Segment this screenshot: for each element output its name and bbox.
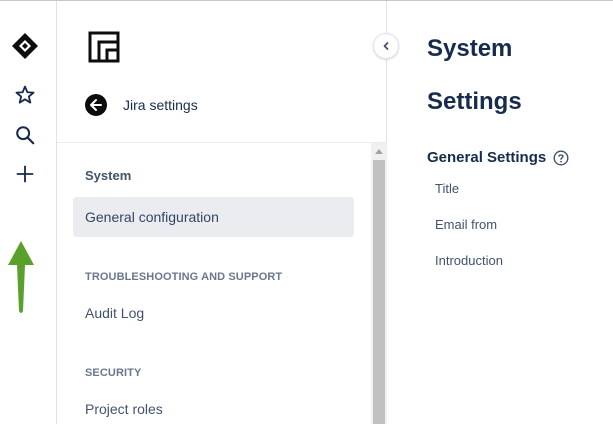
arrow-left-icon — [85, 94, 107, 116]
scroll-up-arrow-icon[interactable] — [371, 143, 387, 159]
section-label-troubleshooting: TROUBLESHOOTING AND SUPPORT — [85, 271, 283, 283]
menu-heading-system: System — [85, 168, 132, 183]
sidebar-item-audit-log[interactable]: Audit Log — [73, 293, 354, 333]
plus-icon[interactable] — [10, 159, 40, 189]
sidebar-item-general-configuration[interactable]: General configuration — [73, 197, 354, 237]
settings-sidebar: Jira settings System General configurati… — [57, 1, 387, 424]
general-settings-header: General Settings — [427, 149, 569, 166]
scrollbar-thumb[interactable] — [373, 160, 385, 424]
main-content: System Settings General Settings Title E… — [427, 1, 613, 424]
field-label-introduction: Introduction — [435, 253, 503, 268]
back-to-jira-settings[interactable]: Jira settings — [85, 93, 198, 117]
collapse-sidebar-button[interactable] — [373, 33, 399, 59]
back-label: Jira settings — [123, 97, 198, 113]
sidebar-scrollbar[interactable] — [371, 143, 387, 424]
help-icon[interactable] — [553, 149, 569, 166]
page-title-line1: System — [427, 35, 513, 62]
star-icon[interactable] — [10, 80, 40, 110]
section-label-security: SECURITY — [85, 367, 142, 379]
sidebar-item-label: General configuration — [85, 209, 219, 225]
field-label-title: Title — [435, 181, 460, 196]
green-arrow-annotation-icon — [8, 241, 34, 313]
jira-logo-icon[interactable] — [10, 31, 40, 61]
sidebar-item-project-roles[interactable]: Project roles — [73, 389, 354, 424]
sidebar-item-label: Project roles — [85, 401, 163, 417]
page-title-line2: Settings — [427, 88, 522, 115]
settings-project-icon — [88, 31, 120, 63]
chevron-left-icon — [383, 42, 389, 50]
general-settings-title: General Settings — [427, 149, 547, 166]
jira-app: Jira settings System General configurati… — [0, 0, 613, 424]
sidebar-item-label: Audit Log — [85, 305, 145, 321]
field-label-email-from: Email from — [435, 217, 498, 232]
settings-menu: System General configuration TROUBLESHOO… — [73, 143, 354, 424]
global-nav — [0, 1, 57, 424]
search-icon[interactable] — [10, 120, 40, 150]
